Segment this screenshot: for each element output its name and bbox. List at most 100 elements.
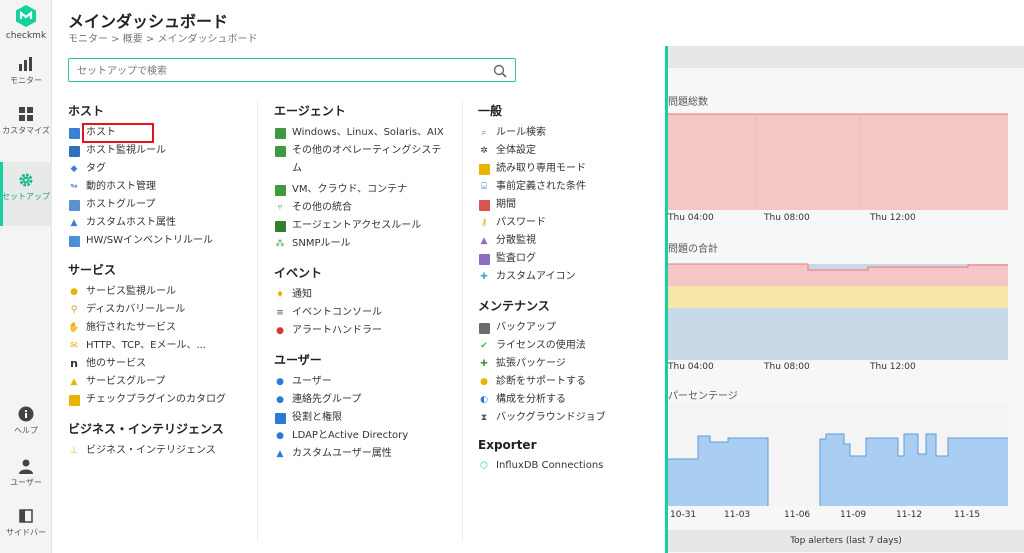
menu-item-license-usage[interactable]: ✔ ライセンスの使用法 (478, 340, 663, 352)
menu-label: バックグラウンドジョブ (496, 412, 606, 423)
menu-item-alert-handlers[interactable]: ● アラートハンドラー (274, 325, 459, 337)
menu-label: ユーザー (292, 376, 332, 387)
menu-item-event-console[interactable]: ≡ イベントコンソール (274, 307, 459, 319)
menu-item-backup[interactable]: バックアップ (478, 322, 663, 334)
menu-label: 構成を分析する (496, 394, 566, 405)
menu-item-support-diagnostics[interactable]: ● 診断をサポートする (478, 376, 663, 388)
menu-item-tags[interactable]: ◆ タグ (68, 163, 253, 175)
date-tick-5: 11-12 (896, 510, 923, 520)
nav-monitor[interactable]: モニター (0, 56, 52, 86)
menu-item-service-rules[interactable]: ● サービス監視ルール (68, 286, 253, 298)
other-services-icon: n (70, 357, 78, 370)
menu-item-audit-log[interactable]: 監査ログ (478, 253, 663, 265)
time-tick-3: Thu 12:00 (870, 213, 916, 223)
nav-label-sidebar: サイドバー (6, 528, 46, 537)
nav-label-setup: セットアップ (2, 192, 50, 201)
menu-label: 他のサービス (86, 358, 146, 369)
page-header: メインダッシュボード モニター > 概要 > メインダッシュボード (52, 0, 1024, 46)
menu-item-other-services[interactable]: n 他のサービス (68, 358, 253, 370)
services-section: サービス ● サービス監視ルール ⚲ ディスカバリールール ✋ 施行されたサービ… (68, 261, 253, 406)
integrations-icon: ⑂ (277, 203, 283, 213)
snmp-icon: ⁂ (275, 239, 285, 249)
lock-icon (478, 163, 490, 175)
date-tick-4: 11-09 (840, 510, 867, 520)
menu-item-custom-icons[interactable]: ✚ カスタムアイコン (478, 271, 663, 283)
date-tick-6: 11-15 (954, 510, 981, 520)
gear-icon: ✲ (480, 146, 488, 156)
analyze-icon: ◐ (480, 395, 488, 405)
setup-menu-panel: ホスト ホスト ホスト監視ルール ◆ タグ ↬ 動的ホスト管理 ホストグループ (52, 46, 668, 553)
checkmk-logo-icon (16, 5, 36, 27)
menu-item-service-groups[interactable]: ▲ サービスグループ (68, 376, 253, 388)
nav-customize[interactable]: カスタマイズ (0, 106, 52, 136)
menu-item-custom-host-attributes[interactable]: ▲ カスタムホスト属性 (68, 217, 253, 229)
date-tick-3: 11-06 (784, 510, 811, 520)
date-tick-2: 11-03 (724, 510, 751, 520)
setup-search-input[interactable] (69, 60, 469, 83)
menu-item-analyze-configuration[interactable]: ◐ 構成を分析する (478, 394, 663, 406)
menu-item-predefined-conditions[interactable]: ⌸ 事前定義された条件 (478, 181, 663, 193)
menu-item-windows-linux-agents[interactable]: Windows、Linux、Solaris、AIX (274, 127, 459, 139)
menu-item-business-intelligence[interactable]: ⊥ ビジネス・インテリジェンス (68, 445, 253, 457)
menu-item-discovery-rules[interactable]: ⚲ ディスカバリールール (68, 304, 253, 316)
menu-label: サービスグループ (86, 376, 166, 387)
menu-item-host-rules[interactable]: ホスト監視ルール (68, 145, 253, 157)
menu-item-check-plugin-catalog[interactable]: チェックプラグインのカタログ (68, 394, 253, 406)
problem-sum-graph (668, 263, 1008, 360)
agents-section: エージェント Windows、Linux、Solaris、AIX その他のオペレ… (274, 102, 459, 250)
menu-item-contact-groups[interactable]: ● 連絡先グループ (274, 394, 459, 406)
menu-item-hw-sw-inventory-rules[interactable]: HW/SWインベントリルール (68, 235, 253, 247)
bell-icon: ♦ (275, 290, 285, 300)
menu-item-http-tcp-email[interactable]: ✉ HTTP、TCP、Eメール、... (68, 340, 253, 352)
menu-item-users[interactable]: ● ユーザー (274, 376, 459, 388)
info-icon (18, 406, 34, 422)
menu-label: サービス監視ルール (86, 286, 176, 297)
column-divider (462, 102, 463, 542)
ldap-icon: ● (276, 431, 284, 441)
general-section: 一般 ⌕ ルール検索 ✲ 全体設定 読み取り専用モード ⌸ 事前定義された条件 … (478, 102, 663, 283)
checkmk-logo[interactable]: checkmk (0, 4, 52, 41)
menu-item-timeperiods[interactable]: 期間 (478, 199, 663, 211)
nav-help[interactable]: ヘルプ (0, 406, 52, 436)
agent-icon (274, 127, 286, 139)
menu-item-influxdb-connections[interactable]: ⬡ InfluxDB Connections (478, 460, 663, 472)
menu-item-hosts[interactable]: ホスト (68, 123, 253, 143)
dashlet-percentage-title: パーセンテージ (668, 391, 738, 402)
sidebar-icon (19, 509, 33, 523)
menu-label: 施行されたサービス (86, 322, 176, 333)
menu-item-agent-access-rules[interactable]: エージェントアクセスルール (274, 220, 459, 232)
menu-item-dynamic-host-management[interactable]: ↬ 動的ホスト管理 (68, 181, 253, 193)
nav-setup[interactable]: セットアップ (0, 162, 52, 226)
menu-item-snmp-rules[interactable]: ⁂ SNMPルール (274, 238, 459, 250)
users-section: ユーザー ● ユーザー ● 連絡先グループ 役割と権限 ● LDAPとActiv… (274, 351, 459, 460)
nav-user[interactable]: ユーザー (0, 458, 52, 488)
menu-item-ldap[interactable]: ● LDAPとActive Directory (274, 430, 459, 442)
section-title-events: イベント (274, 266, 323, 280)
menu-item-other-integrations[interactable]: ⑂ その他の統合 (274, 202, 459, 214)
search-icon[interactable] (493, 64, 507, 78)
menu-item-other-os[interactable]: その他のオペレーティングシステム (274, 145, 459, 178)
menu-item-notifications[interactable]: ♦ 通知 (274, 289, 459, 301)
menu-item-global-settings[interactable]: ✲ 全体設定 (478, 145, 663, 157)
dashboard-background: 問題総数 Thu 04:00 Thu 08:00 Thu 12:00 問題の合計… (668, 46, 1024, 553)
menu-label: 診断をサポートする (496, 376, 586, 387)
menu-item-vm-cloud-container[interactable]: VM、クラウド、コンテナ (274, 184, 459, 196)
menu-item-distributed-monitoring[interactable]: ▲ 分散監視 (478, 235, 663, 247)
host-groups-icon (68, 199, 80, 211)
menu-label: HTTP、TCP、Eメール、... (86, 340, 206, 351)
menu-item-read-only-mode[interactable]: 読み取り専用モード (478, 163, 663, 175)
menu-item-passwords[interactable]: ⚷ パスワード (478, 217, 663, 229)
menu-item-background-jobs[interactable]: ⧗ バックグラウンドジョブ (478, 412, 663, 424)
service-groups-icon: ▲ (70, 377, 78, 387)
nav-sidebar[interactable]: サイドバー (0, 508, 52, 538)
nav-label-help: ヘルプ (14, 426, 38, 435)
license-icon: ✔ (480, 341, 488, 351)
menu-item-rule-search[interactable]: ⌕ ルール検索 (478, 127, 663, 139)
menu-item-host-groups[interactable]: ホストグループ (68, 199, 253, 211)
menu-label: Windows、Linux、Solaris、AIX (292, 127, 444, 138)
nav-label-monitor: モニター (10, 76, 42, 85)
menu-item-extension-packages[interactable]: ✚ 拡張パッケージ (478, 358, 663, 370)
menu-item-roles-permissions[interactable]: 役割と権限 (274, 412, 459, 424)
menu-item-custom-user-attributes[interactable]: ▲ カスタムユーザー属性 (274, 448, 459, 460)
menu-item-enforced-services[interactable]: ✋ 施行されたサービス (68, 322, 253, 334)
